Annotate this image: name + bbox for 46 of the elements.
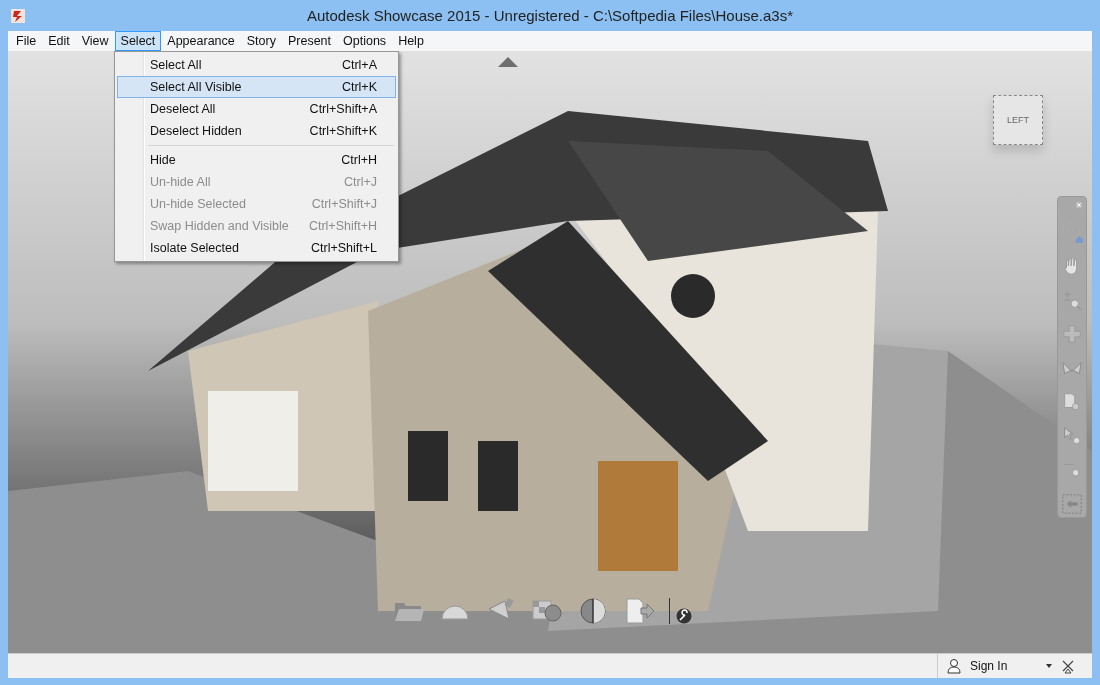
option-label: Deselect All bbox=[150, 102, 216, 116]
menu-option[interactable]: Select All Visible Ctrl+K bbox=[117, 76, 396, 98]
option-label: Hide bbox=[150, 153, 176, 167]
option-label: Select All bbox=[150, 58, 202, 72]
menu-option[interactable]: Deselect Hidden Ctrl+Shift+K bbox=[117, 120, 396, 142]
shortcut-text: Ctrl+Shift+L bbox=[311, 241, 377, 255]
menu-item[interactable]: Edit bbox=[42, 31, 76, 51]
view-cube[interactable]: LEFT bbox=[993, 95, 1043, 145]
menu-item[interactable]: View bbox=[75, 31, 115, 51]
shortcut-text: Ctrl+K bbox=[341, 80, 377, 94]
option-label: Swap Hidden and Visible bbox=[150, 219, 289, 233]
wrench-icon[interactable] bbox=[676, 608, 692, 624]
app-logo-icon bbox=[10, 7, 26, 24]
option-label: Isolate Selected bbox=[150, 241, 239, 255]
shortcut-text: Ctrl+J bbox=[344, 175, 377, 189]
option-label: Un-hide Selected bbox=[150, 197, 246, 211]
menu-option[interactable]: Hide Ctrl+H bbox=[117, 149, 396, 171]
menu-item[interactable]: Appearance bbox=[161, 31, 241, 51]
shortcut-text: Ctrl+Shift+H bbox=[308, 219, 377, 233]
triangle-up-icon[interactable] bbox=[498, 57, 518, 67]
menu-option[interactable]: Deselect All Ctrl+Shift+A bbox=[117, 98, 396, 120]
caret-icon[interactable] bbox=[1046, 664, 1052, 668]
sign-in-link[interactable]: Sign In bbox=[970, 659, 1038, 673]
shortcut-text: Ctrl+Shift+A bbox=[309, 102, 377, 116]
window-title: Autodesk Showcase 2015 - Unregistered - C:\Softpedia Files\House.a3s* bbox=[305, 7, 795, 24]
option-label: Deselect Hidden bbox=[150, 124, 242, 138]
menu-item[interactable]: File bbox=[10, 31, 43, 51]
material-swatch-icon[interactable] bbox=[531, 597, 563, 625]
menu-item[interactable]: Present bbox=[281, 31, 338, 51]
user-icon bbox=[946, 658, 962, 674]
shortcut-text: Ctrl+Shift+K bbox=[309, 124, 377, 138]
menu-item[interactable]: Story bbox=[240, 31, 282, 51]
menu-item[interactable]: Select bbox=[114, 31, 162, 51]
option-label: Select All Visible bbox=[150, 80, 242, 94]
option-label: Un-hide All bbox=[150, 175, 211, 189]
export-icon[interactable] bbox=[623, 597, 655, 625]
menu-item[interactable]: Options bbox=[337, 31, 393, 51]
shortcut-text: Ctrl+A bbox=[341, 58, 377, 72]
select-zoom-icon[interactable] bbox=[1061, 425, 1083, 447]
shortcut-text: Ctrl+Shift+J bbox=[311, 197, 377, 211]
close-icon[interactable] bbox=[1075, 201, 1083, 209]
menu-item[interactable]: Help bbox=[392, 31, 430, 51]
menu-option[interactable]: Isolate Selected Ctrl+Shift+L bbox=[117, 237, 396, 259]
shortcut-text: Ctrl+H bbox=[341, 153, 377, 167]
sphere-icon[interactable] bbox=[577, 597, 609, 625]
menu-option[interactable]: Select All Ctrl+A bbox=[117, 54, 396, 76]
